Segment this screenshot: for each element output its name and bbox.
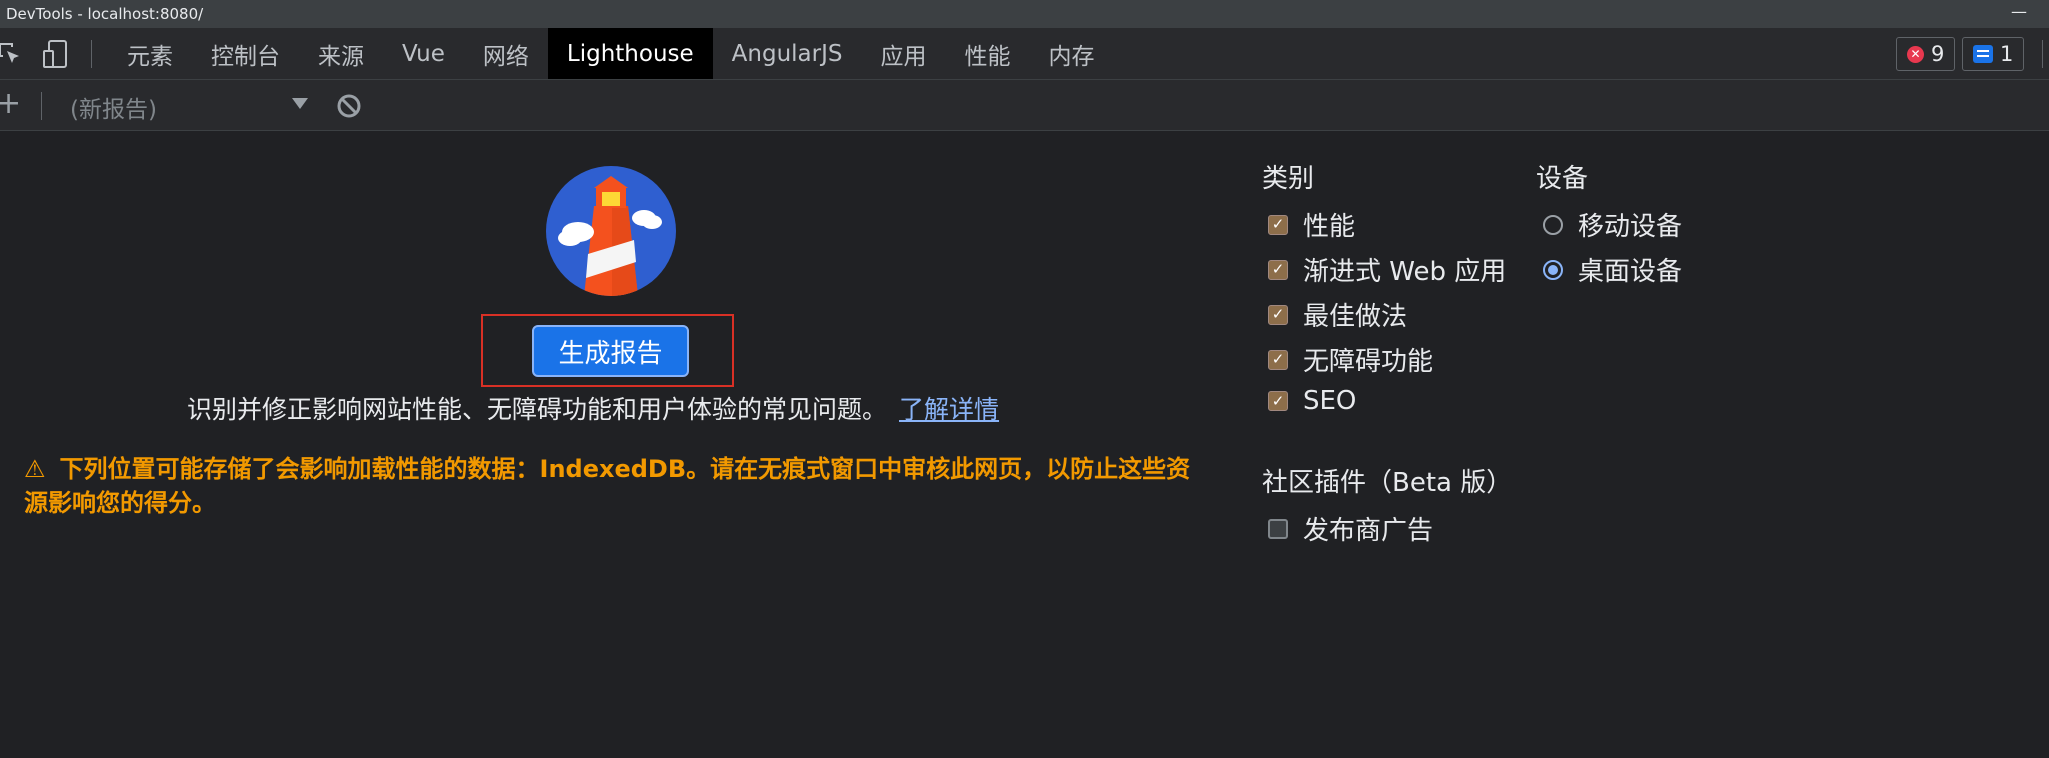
errors-count: 9	[1931, 42, 1945, 66]
description-text: 识别并修正影响网站性能、无障碍功能和用户体验的常见问题。	[187, 395, 888, 424]
category-accessibility[interactable]: ✓ 无障碍功能	[1268, 341, 1433, 378]
checkbox-label: 无障碍功能	[1303, 347, 1434, 377]
tab-lighthouse[interactable]: Lighthouse	[547, 28, 713, 79]
lighthouse-description: 识别并修正影响网站性能、无障碍功能和用户体验的常见问题。 了解详情	[187, 390, 999, 426]
category-pwa[interactable]: ✓ 渐进式 Web 应用	[1268, 251, 1506, 288]
checkbox[interactable]: ✓	[1268, 214, 1288, 235]
devtools-tabbar: 元素 控制台 来源 Vue 网络 Lighthouse AngularJS 应用…	[0, 28, 2049, 80]
checkbox[interactable]	[1268, 518, 1288, 539]
subtoolbar-divider	[41, 92, 42, 120]
window-titlebar: DevTools - localhost:8080/ —	[0, 0, 2049, 28]
plugins-title: 社区插件（Beta 版）	[1262, 468, 1513, 498]
error-icon: ✕	[1907, 45, 1924, 63]
device-mobile[interactable]: 移动设备	[1543, 206, 1682, 243]
toolbar-end-divider	[2042, 40, 2043, 68]
tab-network[interactable]: 网络	[464, 28, 548, 79]
checkbox-label: 最佳做法	[1303, 302, 1408, 332]
lighthouse-logo	[546, 166, 676, 296]
radio-button[interactable]	[1543, 259, 1563, 280]
warning-icon: ⚠	[24, 455, 46, 483]
errors-counter[interactable]: ✕ 9	[1896, 37, 1956, 71]
tab-elements[interactable]: 元素	[108, 28, 192, 79]
minimize-button[interactable]: —	[2011, 2, 2027, 21]
warning-text: 下列位置可能存储了会影响加载性能的数据：IndexedDB。请在无痕式窗口中审核…	[24, 455, 1191, 517]
toolbar-divider	[91, 40, 92, 68]
tab-application[interactable]: 应用	[861, 28, 945, 79]
inspect-element-icon[interactable]	[0, 38, 26, 70]
lighthouse-toolbar: + (新报告)	[0, 80, 2049, 131]
plugin-publisher-ads[interactable]: 发布商广告	[1268, 510, 1433, 547]
category-best-practices[interactable]: ✓ 最佳做法	[1268, 296, 1407, 333]
checkbox-label: 性能	[1303, 212, 1356, 242]
category-performance[interactable]: ✓ 性能	[1268, 206, 1355, 243]
category-seo[interactable]: ✓ SEO	[1268, 386, 1356, 416]
messages-count: 1	[2000, 42, 2014, 66]
tab-console[interactable]: 控制台	[192, 28, 299, 79]
message-icon	[1973, 45, 1993, 63]
radio-label: 移动设备	[1578, 212, 1683, 242]
checkbox-label: SEO	[1303, 386, 1357, 416]
radio-label: 桌面设备	[1578, 257, 1683, 287]
add-report-button[interactable]: +	[0, 86, 21, 121]
checkbox-label: 发布商广告	[1303, 516, 1434, 546]
panel-tabs: 元素 控制台 来源 Vue 网络 Lighthouse AngularJS 应用…	[108, 28, 1113, 79]
checkbox[interactable]: ✓	[1268, 259, 1288, 280]
tab-memory[interactable]: 内存	[1029, 28, 1113, 79]
checkbox[interactable]: ✓	[1268, 349, 1288, 370]
window-title: DevTools - localhost:8080/	[6, 5, 204, 23]
radio-button[interactable]	[1543, 214, 1563, 235]
device-desktop[interactable]: 桌面设备	[1543, 251, 1682, 288]
chevron-down-icon[interactable]	[292, 98, 308, 109]
categories-title: 类别	[1262, 164, 1315, 194]
device-toolbar-icon[interactable]	[39, 38, 71, 70]
checkbox[interactable]: ✓	[1268, 391, 1288, 411]
learn-more-link[interactable]: 了解详情	[899, 395, 999, 424]
block-icon[interactable]	[335, 92, 363, 124]
device-title: 设备	[1536, 164, 1589, 194]
tab-performance[interactable]: 性能	[945, 28, 1029, 79]
tab-sources[interactable]: 来源	[299, 28, 383, 79]
report-select[interactable]: (新报告)	[70, 90, 157, 124]
tab-vue[interactable]: Vue	[383, 28, 464, 79]
tab-angularjs[interactable]: AngularJS	[713, 28, 862, 79]
storage-warning: ⚠ 下列位置可能存储了会影响加载性能的数据：IndexedDB。请在无痕式窗口中审…	[24, 452, 1204, 520]
checkbox-label: 渐进式 Web 应用	[1303, 257, 1507, 287]
checkbox[interactable]: ✓	[1268, 304, 1288, 325]
generate-report-button[interactable]: 生成报告	[532, 325, 689, 377]
messages-counter[interactable]: 1	[1962, 37, 2025, 71]
